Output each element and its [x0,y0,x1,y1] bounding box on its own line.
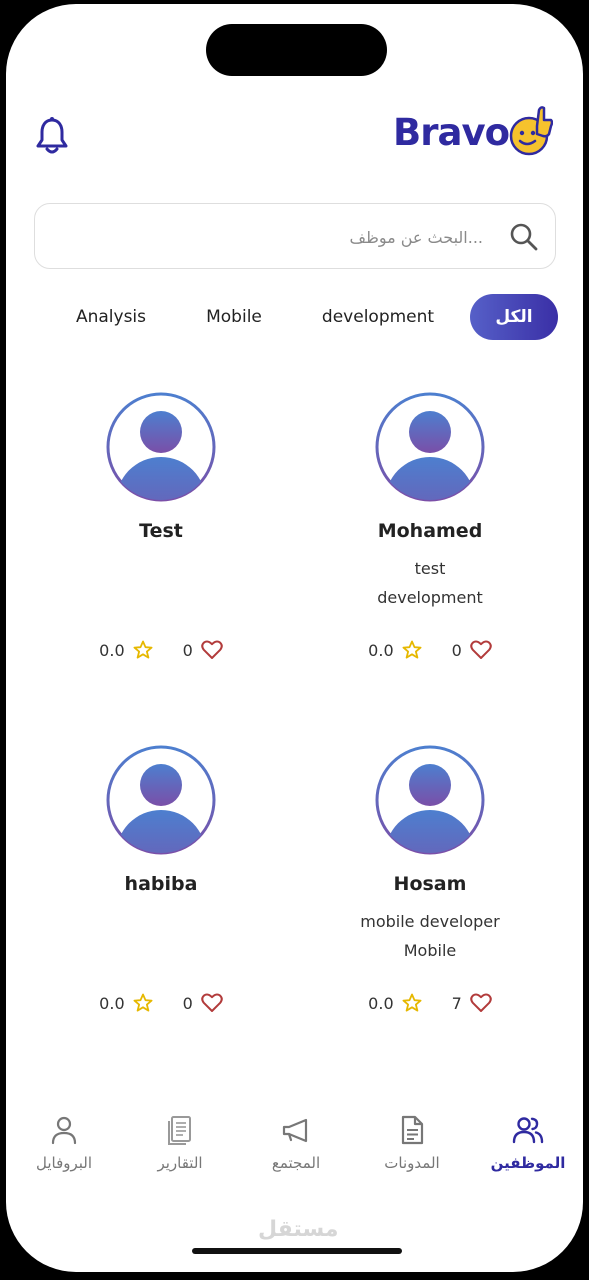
home-indicator [192,1248,402,1254]
reports-icon [168,1116,191,1145]
avatar [375,745,485,855]
bottom-nav: الموظفين المدونات المجتمع التقارير البرو… [6,1114,583,1194]
employee-card[interactable]: habiba 0.0 0 [41,745,281,1025]
nav-item-employees[interactable]: الموظفين [473,1114,583,1172]
employee-stats: 0.0 7 [310,993,550,1013]
filter-chip-analysis[interactable]: Analysis [68,294,154,340]
rating-value: 0.0 [368,993,394,1013]
thumbs-up-emoji-icon [509,106,553,156]
nav-item-reports[interactable]: التقارير [125,1114,235,1172]
nav-label: المدونات [384,1154,440,1172]
star-icon [402,993,422,1012]
document-icon [401,1115,424,1145]
avatar [375,392,485,502]
employee-stats: 0.0 0 [41,640,281,660]
logo-text: Bravo [393,110,510,154]
heart-icon[interactable] [201,993,223,1013]
avatar [106,745,216,855]
likes-count: 0 [182,993,193,1013]
filter-chip-development[interactable]: development [312,294,444,340]
avatar [106,392,216,502]
employee-name: Test [139,520,183,542]
users-icon [512,1117,544,1144]
search-input[interactable] [101,220,485,254]
star-icon [133,640,153,659]
rating-value: 0.0 [99,640,125,660]
rating-value: 0.0 [99,993,125,1013]
employee-role-department: Mobile [403,941,457,960]
employee-name: Mohamed [377,520,483,542]
heart-icon[interactable] [470,640,492,660]
search-box[interactable] [34,203,556,269]
employee-role-title: mobile developer [360,912,500,931]
heart-icon[interactable] [470,993,492,1013]
employee-role-title: test [414,559,446,578]
nav-label: البروفايل [35,1154,93,1172]
employee-stats: 0.0 0 [310,640,550,660]
employee-name: Hosam [393,873,467,895]
employee-name: habiba [124,873,198,895]
watermark: مستقل [258,1217,339,1242]
employee-role: mobile developer Mobile [310,907,550,965]
screen: Bravo الكل development Mobile Analysis [6,4,583,1272]
likes-count: 0 [451,640,462,660]
rating-value: 0.0 [368,640,394,660]
employee-card[interactable]: Mohamed test development 0.0 0 [310,392,550,672]
employee-role: test development [310,554,550,612]
nav-label: الموظفين [490,1154,566,1172]
star-icon [133,993,153,1012]
nav-item-blogs[interactable]: المدونات [357,1114,467,1172]
heart-icon[interactable] [201,640,223,660]
star-icon [402,640,422,659]
notifications-bell-icon[interactable] [36,116,68,156]
filter-chip-mobile[interactable]: Mobile [196,294,272,340]
likes-count: 7 [451,993,462,1013]
employee-card[interactable]: Test 0.0 0 [41,392,281,672]
employee-role [41,907,281,965]
dynamic-island [206,24,387,76]
employee-card[interactable]: Hosam mobile developer Mobile 0.0 7 [310,745,550,1025]
app-logo: Bravo [393,104,553,160]
search-icon[interactable] [509,222,539,252]
nav-label: المجتمع [271,1154,321,1172]
employee-role [41,554,281,612]
employee-role-department: development [377,588,483,607]
nav-item-profile[interactable]: البروفايل [9,1114,119,1172]
user-icon [51,1116,77,1145]
filter-chip-all[interactable]: الكل [470,294,558,340]
nav-label: التقارير [157,1154,203,1172]
megaphone-icon [282,1118,308,1143]
filter-chips: الكل development Mobile Analysis [6,294,583,344]
employee-stats: 0.0 0 [41,993,281,1013]
nav-item-community[interactable]: المجتمع [241,1114,351,1172]
likes-count: 0 [182,640,193,660]
